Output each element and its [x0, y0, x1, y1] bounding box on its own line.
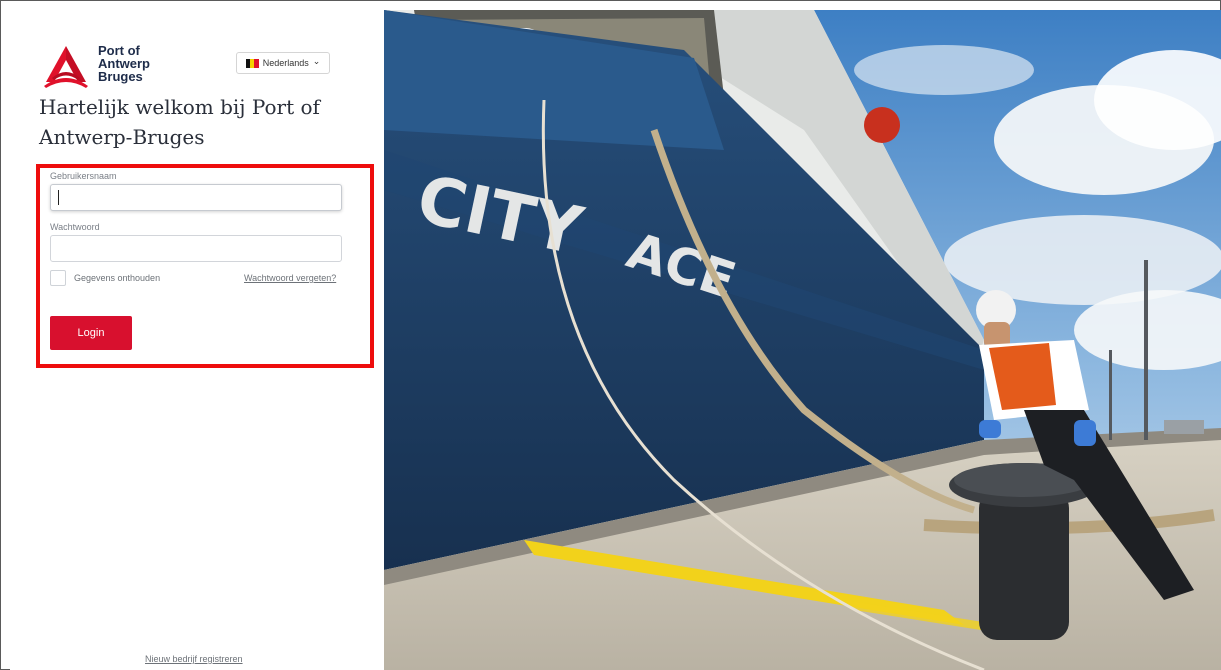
port-logo: Port of Antwerp Bruges	[40, 44, 190, 96]
ship-lifeboat	[864, 107, 900, 143]
hero-photo: CITY ACE	[384, 10, 1221, 670]
worker-glove	[979, 420, 1001, 438]
logo-line-3: Bruges	[98, 69, 143, 84]
register-company-link[interactable]: Nieuw bedrijf registreren	[145, 654, 243, 664]
distant-vehicle	[1164, 420, 1204, 434]
chevron-down-icon: ⌄	[312, 56, 321, 66]
language-select[interactable]: Nederlands ⌄	[236, 52, 330, 74]
belgium-flag-icon	[245, 58, 259, 68]
logo-wordmark: Port of Antwerp Bruges	[98, 44, 150, 83]
lamp-post	[1109, 350, 1112, 440]
bollard	[979, 490, 1069, 640]
lamp-post	[1144, 260, 1148, 440]
port-triangle-logo-icon	[44, 46, 88, 88]
cloud	[854, 45, 1034, 95]
ship-mooring-illustration: CITY ACE	[384, 10, 1221, 670]
language-label: Nederlands	[262, 58, 309, 68]
highlight-box	[36, 164, 374, 368]
page-title: Hartelijk welkom bij Port of Antwerp-Bru…	[39, 95, 320, 149]
worker-glove	[1074, 420, 1096, 446]
